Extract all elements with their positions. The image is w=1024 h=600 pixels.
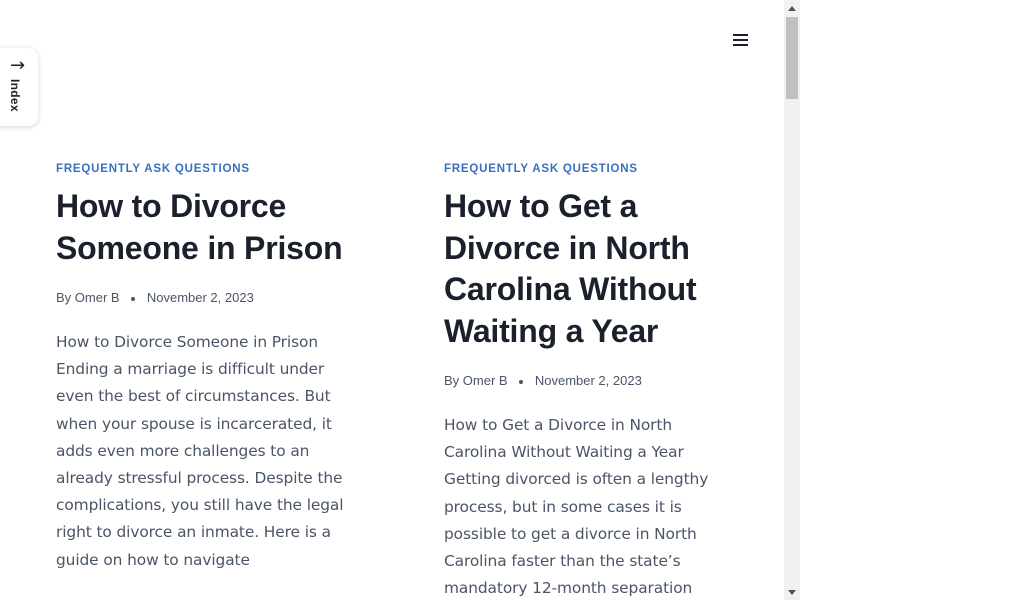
index-toggle-tab[interactable]: → Index bbox=[0, 48, 38, 126]
article-category-link[interactable]: FREQUENTLY ASK QUESTIONS bbox=[444, 160, 734, 178]
blank-area bbox=[800, 0, 1024, 600]
by-prefix: By bbox=[444, 373, 460, 388]
article-meta: By Omer B November 2, 2023 bbox=[56, 289, 356, 307]
index-tab-label: Index bbox=[8, 79, 22, 112]
meta-separator-dot bbox=[519, 379, 524, 384]
article-title-link[interactable]: How to Get a Divorce in North Carolina W… bbox=[444, 186, 734, 352]
menu-line bbox=[733, 39, 748, 41]
scroll-down-arrow-icon[interactable] bbox=[784, 584, 800, 600]
scrollbar-thumb[interactable] bbox=[786, 17, 798, 99]
article-category-link[interactable]: FREQUENTLY ASK QUESTIONS bbox=[56, 160, 356, 178]
post-date[interactable]: November 2, 2023 bbox=[535, 373, 642, 388]
article-excerpt: How to Get a Divorce in North Carolina W… bbox=[444, 416, 709, 598]
meta-separator-dot bbox=[131, 296, 136, 301]
article-meta: By Omer B November 2, 2023 bbox=[444, 372, 734, 390]
menu-line bbox=[733, 34, 748, 36]
article-title-link[interactable]: How to Divorce Someone in Prison bbox=[56, 186, 346, 269]
author-link[interactable]: Omer B bbox=[463, 373, 508, 388]
hamburger-menu-icon[interactable] bbox=[729, 29, 753, 51]
article-card: FREQUENTLY ASK QUESTIONS How to Get a Di… bbox=[444, 160, 734, 600]
post-date[interactable]: November 2, 2023 bbox=[147, 290, 254, 305]
article-card: FREQUENTLY ASK QUESTIONS How to Divorce … bbox=[56, 160, 356, 574]
arrow-right-icon: → bbox=[10, 55, 26, 76]
page-viewport: → Index FREQUENTLY ASK QUESTIONS How to … bbox=[0, 0, 784, 600]
menu-line bbox=[733, 44, 748, 46]
vertical-scrollbar[interactable] bbox=[784, 0, 800, 600]
article-excerpt: How to Divorce Someone in Prison Ending … bbox=[56, 333, 344, 569]
by-prefix: By bbox=[56, 290, 72, 305]
author-link[interactable]: Omer B bbox=[75, 290, 120, 305]
scroll-up-arrow-icon[interactable] bbox=[784, 0, 800, 16]
